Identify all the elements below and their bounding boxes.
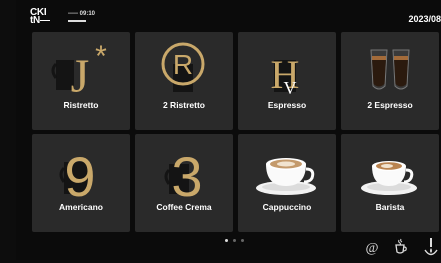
tile-2-ristretto[interactable]: R 2 Ristretto <box>135 32 233 130</box>
registered-r-icon: R <box>161 42 205 92</box>
number-9-icon: 9 <box>59 145 96 202</box>
tile-label: 2 Espresso <box>367 100 413 110</box>
tile-coffee-crema[interactable]: 3 Coffee Crema <box>135 134 233 232</box>
tile-label: Americano <box>59 202 103 212</box>
coffee-cup-icon[interactable] <box>393 238 409 261</box>
glyph-v: V <box>284 78 297 98</box>
letter-j-star-icon: J * <box>51 40 107 100</box>
tile-espresso[interactable]: H V Espresso <box>238 32 336 130</box>
brand-logo: CKI tN— <box>30 8 50 26</box>
barista-cup-icon <box>361 161 417 195</box>
number-3-icon: 3 <box>164 145 203 202</box>
cappuccino-cup-icon <box>256 158 316 195</box>
brand-line-2: tN— <box>30 15 50 26</box>
page-indicator[interactable] <box>225 239 244 242</box>
page-dot[interactable] <box>241 239 244 242</box>
tile-2-espresso[interactable]: 2 Espresso <box>341 32 439 130</box>
tile-label: 2 Ristretto <box>162 100 206 110</box>
glyph-j: J <box>71 50 90 100</box>
page-dot[interactable] <box>233 239 236 242</box>
tile-barista[interactable]: Barista <box>341 134 439 232</box>
clock-underline <box>68 20 86 22</box>
tile-label: Coffee Crema <box>156 202 212 212</box>
at-sign-label: @ <box>366 241 379 256</box>
beverage-grid: J * Ristretto R 2 Ristretto H V Espresso <box>32 32 439 232</box>
tile-label: Ristretto <box>63 100 99 110</box>
tile-americano[interactable]: 9 Americano <box>32 134 130 232</box>
double-espresso-glasses-icon <box>370 49 410 90</box>
page-dot[interactable] <box>225 239 228 242</box>
tile-label: Cappuccino <box>262 202 312 212</box>
tile-cappuccino[interactable]: Cappuccino <box>238 134 336 232</box>
glyph-r: R <box>173 49 193 80</box>
glyph-9: 9 <box>64 145 95 202</box>
status-bar: CKI tN— ----- 09:10 2023/08 <box>16 0 441 30</box>
water-tap-icon[interactable] <box>423 238 439 263</box>
tile-label: Barista <box>375 202 405 212</box>
glyph-star: * <box>95 40 107 73</box>
letter-h-v-icon: H V <box>271 52 300 98</box>
at-sign-icon[interactable]: @ <box>364 238 380 261</box>
date: 2023/08 <box>408 14 441 24</box>
tile-ristretto[interactable]: J * Ristretto <box>32 32 130 130</box>
glyph-3: 3 <box>171 145 202 202</box>
tile-label: Espresso <box>267 100 307 110</box>
clock: ----- 09:10 <box>68 11 96 17</box>
